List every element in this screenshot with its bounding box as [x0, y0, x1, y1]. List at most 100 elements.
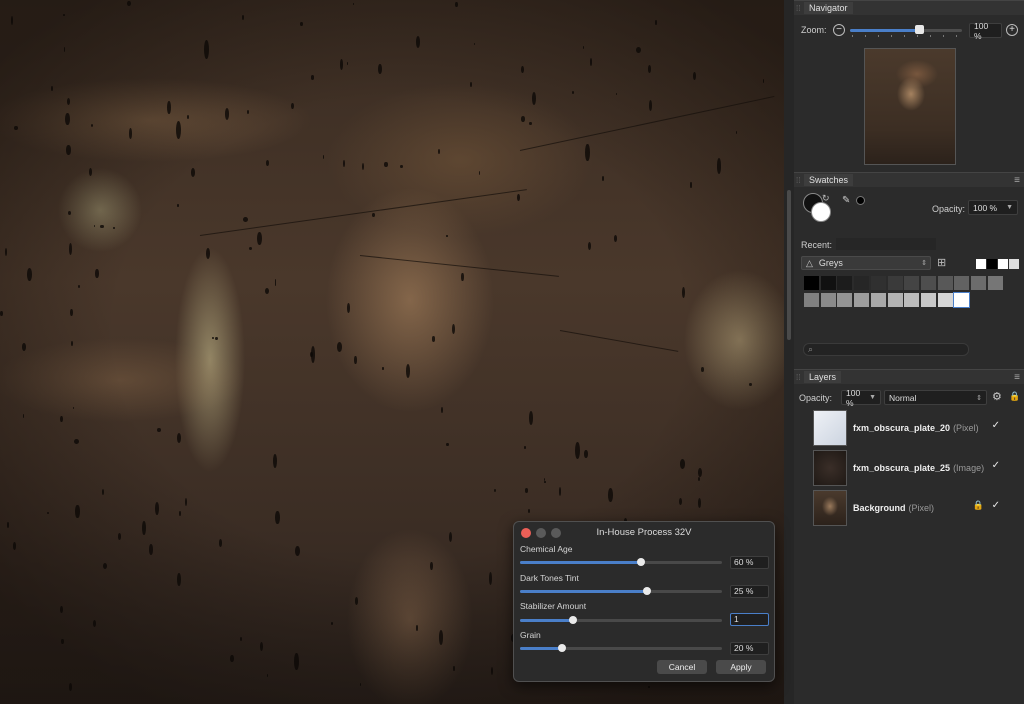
dark-tones-tint-value[interactable]: 25 %: [730, 585, 769, 598]
color-swatch[interactable]: [870, 276, 886, 290]
recent-swatch[interactable]: [1009, 259, 1019, 269]
slider-knob[interactable]: [637, 558, 646, 566]
slider-knob[interactable]: [558, 644, 567, 652]
lock-icon[interactable]: 🔒: [1009, 391, 1020, 402]
color-swatch[interactable]: [837, 276, 853, 290]
layer-thumbnail: [813, 490, 847, 526]
zoom-out-icon[interactable]: −: [833, 24, 845, 36]
gear-icon[interactable]: ⚙: [992, 390, 1002, 403]
swatches-opacity-field[interactable]: 100 % ▼: [968, 200, 1018, 215]
slider-knob[interactable]: [643, 587, 652, 595]
chemical-age-value[interactable]: 60 %: [730, 556, 769, 569]
swap-colors-icon[interactable]: ↻: [822, 193, 830, 204]
dust-speck: [700, 366, 705, 372]
zoom-in-icon[interactable]: +: [1006, 24, 1018, 36]
navigator-preview[interactable]: [864, 48, 956, 165]
dust-speck: [521, 65, 524, 74]
recent-swatch[interactable]: [998, 259, 1008, 269]
swatch-search-input[interactable]: ⌕: [803, 343, 969, 356]
dust-speck: [452, 665, 455, 671]
color-swatch[interactable]: [937, 276, 953, 290]
panel-menu-icon[interactable]: ≡: [1014, 372, 1020, 383]
color-swatch[interactable]: [804, 293, 819, 307]
color-swatch[interactable]: [854, 293, 870, 307]
color-swatch[interactable]: [820, 293, 836, 307]
color-swatch[interactable]: [953, 292, 971, 308]
navigator-tab[interactable]: Navigator: [804, 2, 853, 14]
zoom-tick: [891, 35, 892, 37]
dark-tones-tint-slider[interactable]: [520, 587, 722, 595]
layers-opacity-field[interactable]: 100 % ▼: [841, 388, 881, 408]
recent-swatch[interactable]: [987, 259, 997, 269]
dust-speck: [383, 162, 388, 167]
grip-icon[interactable]: ⁞⁞: [796, 4, 804, 13]
color-swatch[interactable]: [920, 293, 936, 307]
layer-row[interactable]: fxm_obscura_plate_20 (Pixel) ✓: [810, 408, 1024, 448]
dust-speck: [679, 459, 685, 469]
stabilizer-amount-label: Stabilizer Amount: [520, 601, 587, 611]
zoom-value-field[interactable]: 100 %: [969, 21, 1002, 41]
dust-speck: [68, 243, 72, 256]
stroke-color-well[interactable]: [811, 202, 831, 222]
color-swatch[interactable]: [854, 276, 870, 290]
panel-scrollbar[interactable]: [784, 0, 794, 704]
grip-icon[interactable]: ⁞⁞: [796, 176, 804, 185]
dust-speck: [310, 345, 316, 363]
swatches-tab[interactable]: Swatches: [804, 174, 854, 186]
blend-mode-select[interactable]: Normal ⇕: [884, 390, 987, 405]
color-swatch[interactable]: [837, 293, 853, 307]
dust-speck: [179, 510, 181, 516]
dust-speck: [354, 597, 358, 606]
color-swatch[interactable]: [870, 293, 886, 307]
panel-scrollbar-thumb[interactable]: [787, 190, 791, 340]
grip-icon[interactable]: ⁞⁞: [796, 373, 804, 382]
dust-speck: [697, 467, 702, 477]
color-swatch[interactable]: [904, 293, 920, 307]
layer-visibility-checkbox[interactable]: ✓: [992, 460, 1000, 471]
slider-knob[interactable]: [568, 616, 577, 624]
picked-color-dot[interactable]: [856, 196, 865, 205]
color-swatch[interactable]: [820, 276, 836, 290]
apply-button[interactable]: Apply: [716, 660, 766, 674]
dust-speck: [378, 64, 382, 75]
lock-icon[interactable]: 🔒: [973, 500, 984, 511]
chemical-age-slider[interactable]: [520, 558, 722, 566]
dust-speck: [46, 511, 49, 515]
color-swatch[interactable]: [971, 276, 986, 290]
zoom-tick: [943, 35, 944, 37]
dust-speck: [149, 544, 154, 555]
dust-speck: [295, 545, 300, 556]
stabilizer-amount-slider[interactable]: [520, 616, 722, 624]
recent-colors-bar: [836, 238, 936, 250]
color-swatch[interactable]: [904, 276, 920, 290]
color-swatch[interactable]: [887, 276, 903, 290]
color-swatch[interactable]: [954, 276, 970, 290]
layer-row[interactable]: Background (Pixel) 🔒 ✓: [810, 488, 1024, 528]
dust-speck: [647, 64, 652, 73]
stabilizer-amount-value[interactable]: 1: [730, 613, 769, 626]
layer-row[interactable]: fxm_obscura_plate_25 (Image) ✓: [810, 448, 1024, 488]
color-swatch[interactable]: [937, 293, 953, 307]
dust-speck: [359, 683, 361, 686]
dust-speck: [265, 159, 269, 166]
panel-menu-icon[interactable]: ≡: [1014, 175, 1020, 186]
grain-slider[interactable]: [520, 644, 722, 652]
layer-visibility-checkbox[interactable]: ✓: [992, 420, 1000, 431]
palette-select[interactable]: △ Greys ⇕: [801, 256, 931, 270]
recent-swatch[interactable]: [976, 259, 986, 269]
color-swatch[interactable]: [920, 276, 936, 290]
dust-speck: [0, 310, 3, 316]
layer-visibility-checkbox[interactable]: ✓: [992, 500, 1000, 511]
grain-value[interactable]: 20 %: [730, 642, 769, 655]
layers-tab[interactable]: Layers: [804, 371, 842, 383]
cancel-button[interactable]: Cancel: [657, 660, 707, 674]
dust-speck: [13, 126, 18, 130]
dialog-title: In-House Process 32V: [596, 527, 692, 538]
eyedropper-icon[interactable]: ✎: [842, 195, 850, 206]
zoom-slider-knob[interactable]: [915, 25, 925, 34]
dust-speck: [528, 410, 534, 425]
color-swatch[interactable]: [804, 276, 819, 290]
palette-options-icon[interactable]: ⊞: [937, 256, 946, 269]
color-swatch[interactable]: [987, 276, 1003, 290]
color-swatch[interactable]: [887, 293, 903, 307]
